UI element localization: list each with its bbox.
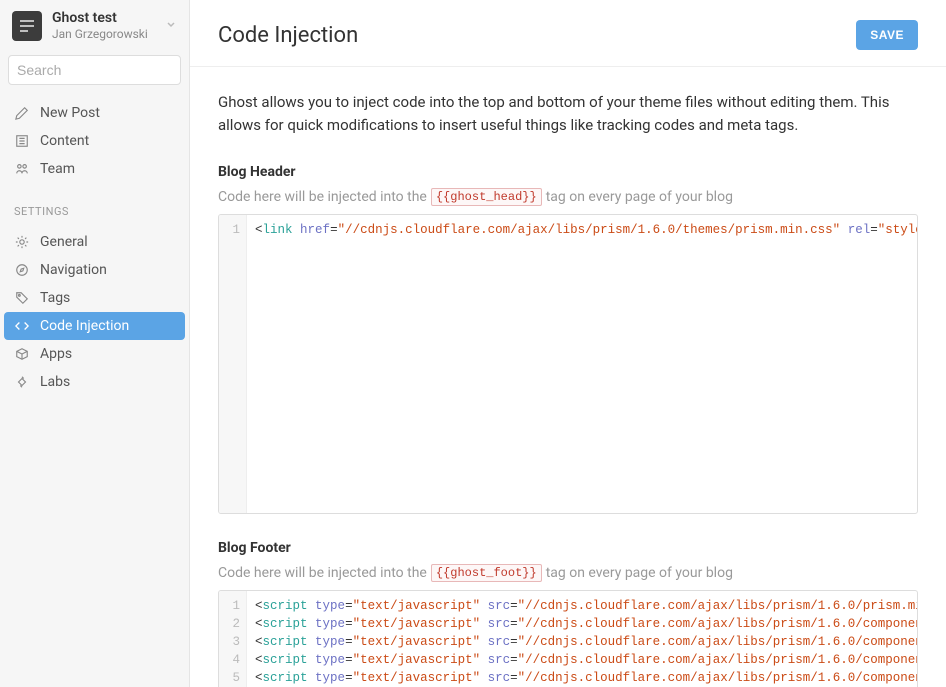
sidebar-item-general[interactable]: General — [0, 228, 189, 256]
sidebar-item-label: Code Injection — [40, 318, 129, 334]
blog-header-hint: Code here will be injected into the {{gh… — [218, 188, 918, 206]
box-icon — [14, 347, 30, 361]
sidebar-item-label: New Post — [40, 105, 100, 121]
nav-main: New Post Content Team — [0, 95, 189, 187]
sidebar-item-label: General — [40, 234, 88, 250]
sidebar-item-label: Labs — [40, 374, 70, 390]
brand-logo-icon — [12, 11, 42, 41]
line-gutter: 1 — [219, 215, 247, 513]
topbar: Code Injection SAVE — [190, 0, 946, 67]
sidebar-item-labs[interactable]: Labs — [0, 368, 189, 396]
compass-icon — [14, 263, 30, 277]
sidebar-item-content[interactable]: Content — [0, 127, 189, 155]
sidebar-item-new-post[interactable]: New Post — [0, 99, 189, 127]
sidebar-item-team[interactable]: Team — [0, 155, 189, 183]
team-icon — [14, 162, 30, 176]
code-line[interactable]: <link href="//cdnjs.cloudflare.com/ajax/… — [255, 221, 909, 239]
pencil-icon — [14, 106, 30, 120]
blog-footer-title: Blog Footer — [218, 540, 918, 556]
sidebar-item-code-injection[interactable]: Code Injection — [4, 312, 185, 340]
blog-footer-hint: Code here will be injected into the {{gh… — [218, 564, 918, 582]
tag-icon — [14, 291, 30, 305]
list-icon — [14, 134, 30, 148]
main-content: Code Injection SAVE Ghost allows you to … — [190, 0, 946, 687]
labs-icon — [14, 375, 30, 389]
brand-title: Ghost test — [52, 10, 155, 27]
chevron-down-icon — [165, 18, 177, 34]
settings-section-label: SETTINGS — [0, 187, 189, 224]
sidebar-item-label: Tags — [40, 290, 70, 306]
sidebar: Ghost test Jan Grzegorowski New Post Cont… — [0, 0, 190, 687]
ghost-foot-token: {{ghost_foot}} — [431, 564, 542, 582]
ghost-head-token: {{ghost_head}} — [431, 188, 542, 206]
sidebar-item-label: Team — [40, 161, 75, 177]
search-input-wrap[interactable] — [8, 55, 181, 85]
blog-header-title: Blog Header — [218, 164, 918, 180]
blog-footer-editor[interactable]: 12345 <script type="text/javascript" src… — [218, 590, 918, 687]
search-input[interactable] — [17, 62, 198, 78]
sidebar-item-label: Content — [40, 133, 89, 149]
sidebar-item-apps[interactable]: Apps — [0, 340, 189, 368]
code-lines[interactable]: <link href="//cdnjs.cloudflare.com/ajax/… — [247, 215, 917, 513]
code-line[interactable]: <script type="text/javascript" src="//cd… — [255, 651, 909, 669]
code-icon — [14, 319, 30, 333]
code-lines[interactable]: <script type="text/javascript" src="//cd… — [247, 591, 917, 687]
sidebar-item-tags[interactable]: Tags — [0, 284, 189, 312]
brand-switcher[interactable]: Ghost test Jan Grzegorowski — [0, 0, 189, 49]
save-button[interactable]: SAVE — [856, 20, 918, 50]
code-line[interactable]: <script type="text/javascript" src="//cd… — [255, 615, 909, 633]
page-title: Code Injection — [218, 23, 358, 48]
sidebar-item-label: Navigation — [40, 262, 107, 278]
code-line[interactable]: <script type="text/javascript" src="//cd… — [255, 669, 909, 687]
line-gutter: 12345 — [219, 591, 247, 687]
sidebar-item-label: Apps — [40, 346, 72, 362]
gear-icon — [14, 235, 30, 249]
sidebar-item-navigation[interactable]: Navigation — [0, 256, 189, 284]
code-line[interactable]: <script type="text/javascript" src="//cd… — [255, 597, 909, 615]
brand-subtitle: Jan Grzegorowski — [52, 27, 155, 41]
intro-text: Ghost allows you to inject code into the… — [218, 91, 918, 136]
code-line[interactable]: <script type="text/javascript" src="//cd… — [255, 633, 909, 651]
blog-header-editor[interactable]: 1 <link href="//cdnjs.cloudflare.com/aja… — [218, 214, 918, 514]
nav-settings: General Navigation Tags Code Injection Apps L… — [0, 224, 189, 400]
